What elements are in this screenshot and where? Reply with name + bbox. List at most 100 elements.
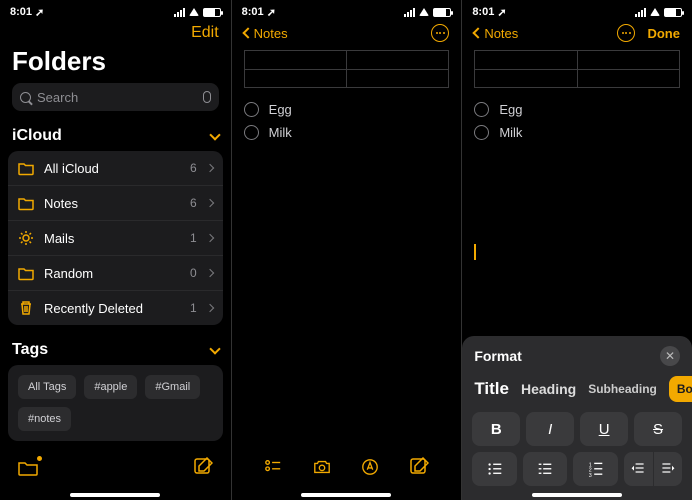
folder-row-mails[interactable]: Mails 1	[8, 220, 223, 255]
search-input[interactable]: Search	[12, 83, 219, 111]
back-button[interactable]: Notes	[474, 26, 518, 41]
folder-count: 1	[190, 301, 197, 315]
location-icon: ➚	[267, 6, 276, 19]
home-indicator[interactable]	[301, 493, 391, 497]
more-button[interactable]	[431, 24, 449, 42]
battery-icon	[433, 8, 451, 17]
close-button[interactable]: ✕	[660, 346, 680, 366]
search-placeholder: Search	[37, 90, 203, 105]
wifi-icon	[189, 8, 199, 16]
toolbar	[0, 450, 231, 500]
dash-list-button[interactable]	[523, 452, 568, 486]
strikethrough-button[interactable]: S	[634, 412, 682, 446]
section-header-icloud[interactable]: iCloud	[0, 121, 231, 151]
checkbox-icon[interactable]	[244, 125, 259, 140]
folder-label: Recently Deleted	[44, 301, 180, 316]
folder-row-recently-deleted[interactable]: Recently Deleted 1	[8, 290, 223, 325]
compose-button[interactable]	[193, 457, 213, 482]
status-bar: 8:01 ➚	[0, 0, 231, 20]
signal-icon	[635, 8, 646, 17]
table[interactable]	[474, 50, 680, 88]
folder-row-random[interactable]: Random 0	[8, 255, 223, 290]
folder-icon	[18, 265, 34, 281]
note-body[interactable]: Egg Milk	[232, 46, 462, 500]
folder-label: Notes	[44, 196, 180, 211]
chevron-right-icon	[205, 164, 213, 172]
back-button[interactable]: Notes	[244, 26, 288, 41]
checklist-item[interactable]: Egg	[474, 98, 680, 121]
section-label: Tags	[12, 341, 48, 359]
battery-icon	[664, 8, 682, 17]
checklist-item[interactable]: Milk	[244, 121, 450, 144]
compose-button[interactable]	[409, 457, 429, 482]
checklist-button[interactable]	[264, 458, 282, 481]
status-time: 8:01	[472, 6, 494, 18]
badge-dot-icon	[37, 456, 42, 461]
folder-row-all-icloud[interactable]: All iCloud 6	[8, 151, 223, 185]
location-icon: ➚	[497, 6, 506, 19]
status-bar: 8:01 ➚	[462, 0, 692, 20]
tag-chip[interactable]: #notes	[18, 407, 71, 431]
underline-button[interactable]: U	[580, 412, 628, 446]
checklist-item[interactable]: Egg	[244, 98, 450, 121]
folder-row-notes[interactable]: Notes 6	[8, 185, 223, 220]
chevron-left-icon	[473, 27, 484, 38]
style-heading-button[interactable]: Heading	[521, 381, 576, 397]
chevron-right-icon	[205, 269, 213, 277]
markup-button[interactable]	[361, 458, 379, 481]
indent-button[interactable]	[653, 452, 682, 486]
folder-icon	[18, 160, 34, 176]
style-subheading-button[interactable]: Subheading	[588, 382, 657, 396]
camera-button[interactable]	[312, 458, 332, 481]
tag-chip[interactable]: All Tags	[18, 375, 76, 399]
gear-icon	[18, 230, 34, 246]
format-title: Format	[474, 348, 521, 364]
close-icon: ✕	[665, 349, 675, 363]
screen-folders: 8:01 ➚ Edit Folders Search iCloud	[0, 0, 231, 500]
toolbar	[232, 450, 462, 500]
search-icon	[20, 92, 31, 103]
italic-button[interactable]: I	[526, 412, 574, 446]
bullet-list-button[interactable]	[472, 452, 517, 486]
home-indicator[interactable]	[532, 493, 622, 497]
checklist-label: Milk	[269, 125, 292, 140]
folder-count: 1	[190, 231, 197, 245]
format-panel: Format ✕ Title Heading Subheading Body B…	[462, 336, 692, 500]
signal-icon	[404, 8, 415, 17]
folder-count: 6	[190, 161, 197, 175]
home-indicator[interactable]	[70, 493, 160, 497]
tag-chip[interactable]: #apple	[84, 375, 137, 399]
battery-icon	[203, 8, 221, 17]
edit-button[interactable]: Edit	[191, 24, 219, 42]
tag-chip[interactable]: #Gmail	[145, 375, 200, 399]
more-button[interactable]	[617, 24, 635, 42]
style-body-button[interactable]: Body	[669, 376, 692, 402]
section-label: iCloud	[12, 127, 62, 145]
indent-group	[624, 452, 682, 486]
style-title-button[interactable]: Title	[474, 379, 509, 399]
done-button[interactable]: Done	[647, 26, 680, 41]
chevron-right-icon	[205, 304, 213, 312]
section-header-tags[interactable]: Tags	[0, 335, 231, 365]
checkbox-icon[interactable]	[474, 102, 489, 117]
text-cursor	[474, 244, 680, 265]
mic-icon[interactable]	[203, 91, 211, 103]
checklist-label: Egg	[269, 102, 292, 117]
status-bar: 8:01 ➚	[232, 0, 462, 20]
chevron-right-icon	[205, 234, 213, 242]
trash-icon	[18, 300, 34, 316]
numbered-list-button[interactable]: 123	[573, 452, 618, 486]
new-folder-button[interactable]	[18, 458, 38, 481]
table[interactable]	[244, 50, 450, 88]
outdent-button[interactable]	[624, 452, 652, 486]
checklist-item[interactable]: Milk	[474, 121, 680, 144]
chevron-right-icon	[205, 199, 213, 207]
screen-note-view: 8:01 ➚ Notes Egg	[231, 0, 462, 500]
bold-button[interactable]: B	[472, 412, 520, 446]
wifi-icon	[419, 8, 429, 16]
checkbox-icon[interactable]	[474, 125, 489, 140]
folder-count: 0	[190, 266, 197, 280]
dash-list-icon	[536, 460, 554, 478]
back-label: Notes	[484, 26, 518, 41]
checkbox-icon[interactable]	[244, 102, 259, 117]
